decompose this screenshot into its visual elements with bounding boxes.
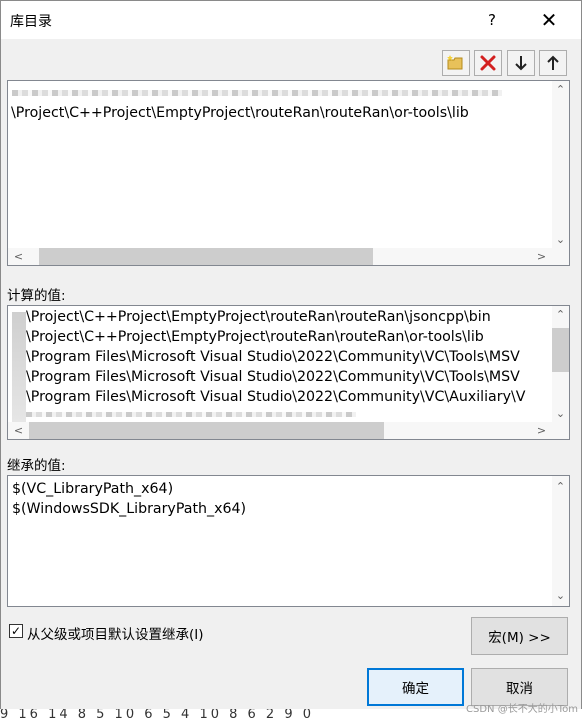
directory-edit-list[interactable]: \Project\C++Project\EmptyProject\routeRa… xyxy=(7,80,570,266)
scroll-up-icon[interactable]: ⌃ xyxy=(552,306,569,323)
scroll-down-icon[interactable]: ⌄ xyxy=(552,231,569,248)
arrow-up-icon xyxy=(547,55,559,70)
inherited-line: $(VC_LibraryPath_x64) xyxy=(12,481,174,497)
inherit-checkbox-label[interactable]: 从父级或项目默认设置继承(I) xyxy=(27,623,204,643)
scroll-corner xyxy=(552,422,569,439)
scroll-right-icon[interactable]: > xyxy=(533,422,550,439)
arrow-down-icon xyxy=(515,56,527,71)
ok-button[interactable]: 确定 xyxy=(367,668,464,706)
scroll-left-icon[interactable]: < xyxy=(10,248,27,265)
inherited-vertical-scrollbar[interactable]: ⌃ ⌄ xyxy=(552,476,569,606)
scroll-up-icon[interactable]: ⌃ xyxy=(552,81,569,98)
move-down-button[interactable] xyxy=(507,50,535,76)
dialog-title: 库目录 xyxy=(10,14,52,30)
obscured-line xyxy=(12,90,502,96)
computed-values-list: \Project\C++Project\EmptyProject\routeRa… xyxy=(7,305,570,440)
title-bar: 库目录 ? ✕ xyxy=(1,1,581,39)
computed-line: \Project\C++Project\EmptyProject\routeRa… xyxy=(26,309,491,325)
obscured-drive-letters xyxy=(12,312,26,422)
editor-vertical-scrollbar[interactable]: ⌃ ⌄ xyxy=(552,81,569,248)
help-button[interactable]: ? xyxy=(479,7,505,33)
computed-line: \Project\C++Project\EmptyProject\routeRa… xyxy=(26,329,484,345)
library-directories-dialog: 库目录 ? ✕ \Project\C++Project\EmptyProject… xyxy=(0,0,582,721)
computed-line: \Program Files\Microsoft Visual Studio\2… xyxy=(26,369,520,385)
inherited-values-label: 继承的值: xyxy=(7,458,66,474)
scroll-down-icon[interactable]: ⌄ xyxy=(552,405,569,422)
close-button[interactable]: ✕ xyxy=(531,6,567,34)
editor-scroll-thumb[interactable] xyxy=(39,248,373,265)
editor-line[interactable]: \Project\C++Project\EmptyProject\routeRa… xyxy=(11,105,469,121)
editor-horizontal-scrollbar[interactable]: < > xyxy=(8,248,552,265)
inherit-checkbox[interactable]: ✓ xyxy=(9,624,23,638)
macro-button[interactable]: 宏(M) >> xyxy=(471,617,568,655)
folder-new-icon xyxy=(447,55,463,70)
computed-horizontal-scrollbar[interactable]: < > xyxy=(8,422,552,439)
scroll-corner xyxy=(552,248,569,265)
scroll-up-icon[interactable]: ⌃ xyxy=(552,478,569,495)
computed-scroll-thumb[interactable] xyxy=(552,328,569,372)
computed-values-label: 计算的值: xyxy=(7,288,66,304)
new-line-button[interactable] xyxy=(442,50,470,76)
computed-line: \Program Files\Microsoft Visual Studio\2… xyxy=(26,389,526,405)
scroll-right-icon[interactable]: > xyxy=(533,248,550,265)
obscured-line xyxy=(26,412,356,417)
computed-scroll-thumb-h[interactable] xyxy=(29,422,384,439)
scroll-left-icon[interactable]: < xyxy=(10,422,27,439)
inherited-values-list: $(VC_LibraryPath_x64) $(WindowsSDK_Libra… xyxy=(7,475,570,607)
watermark: CSDN @长不大的小Tom xyxy=(466,704,578,715)
delete-icon xyxy=(480,55,496,71)
move-up-button[interactable] xyxy=(539,50,567,76)
scroll-down-icon[interactable]: ⌄ xyxy=(552,587,569,604)
inherited-line: $(WindowsSDK_LibraryPath_x64) xyxy=(12,501,247,517)
computed-vertical-scrollbar[interactable]: ⌃ ⌄ xyxy=(552,306,569,422)
delete-line-button[interactable] xyxy=(474,50,502,76)
computed-line: \Program Files\Microsoft Visual Studio\2… xyxy=(26,349,520,365)
